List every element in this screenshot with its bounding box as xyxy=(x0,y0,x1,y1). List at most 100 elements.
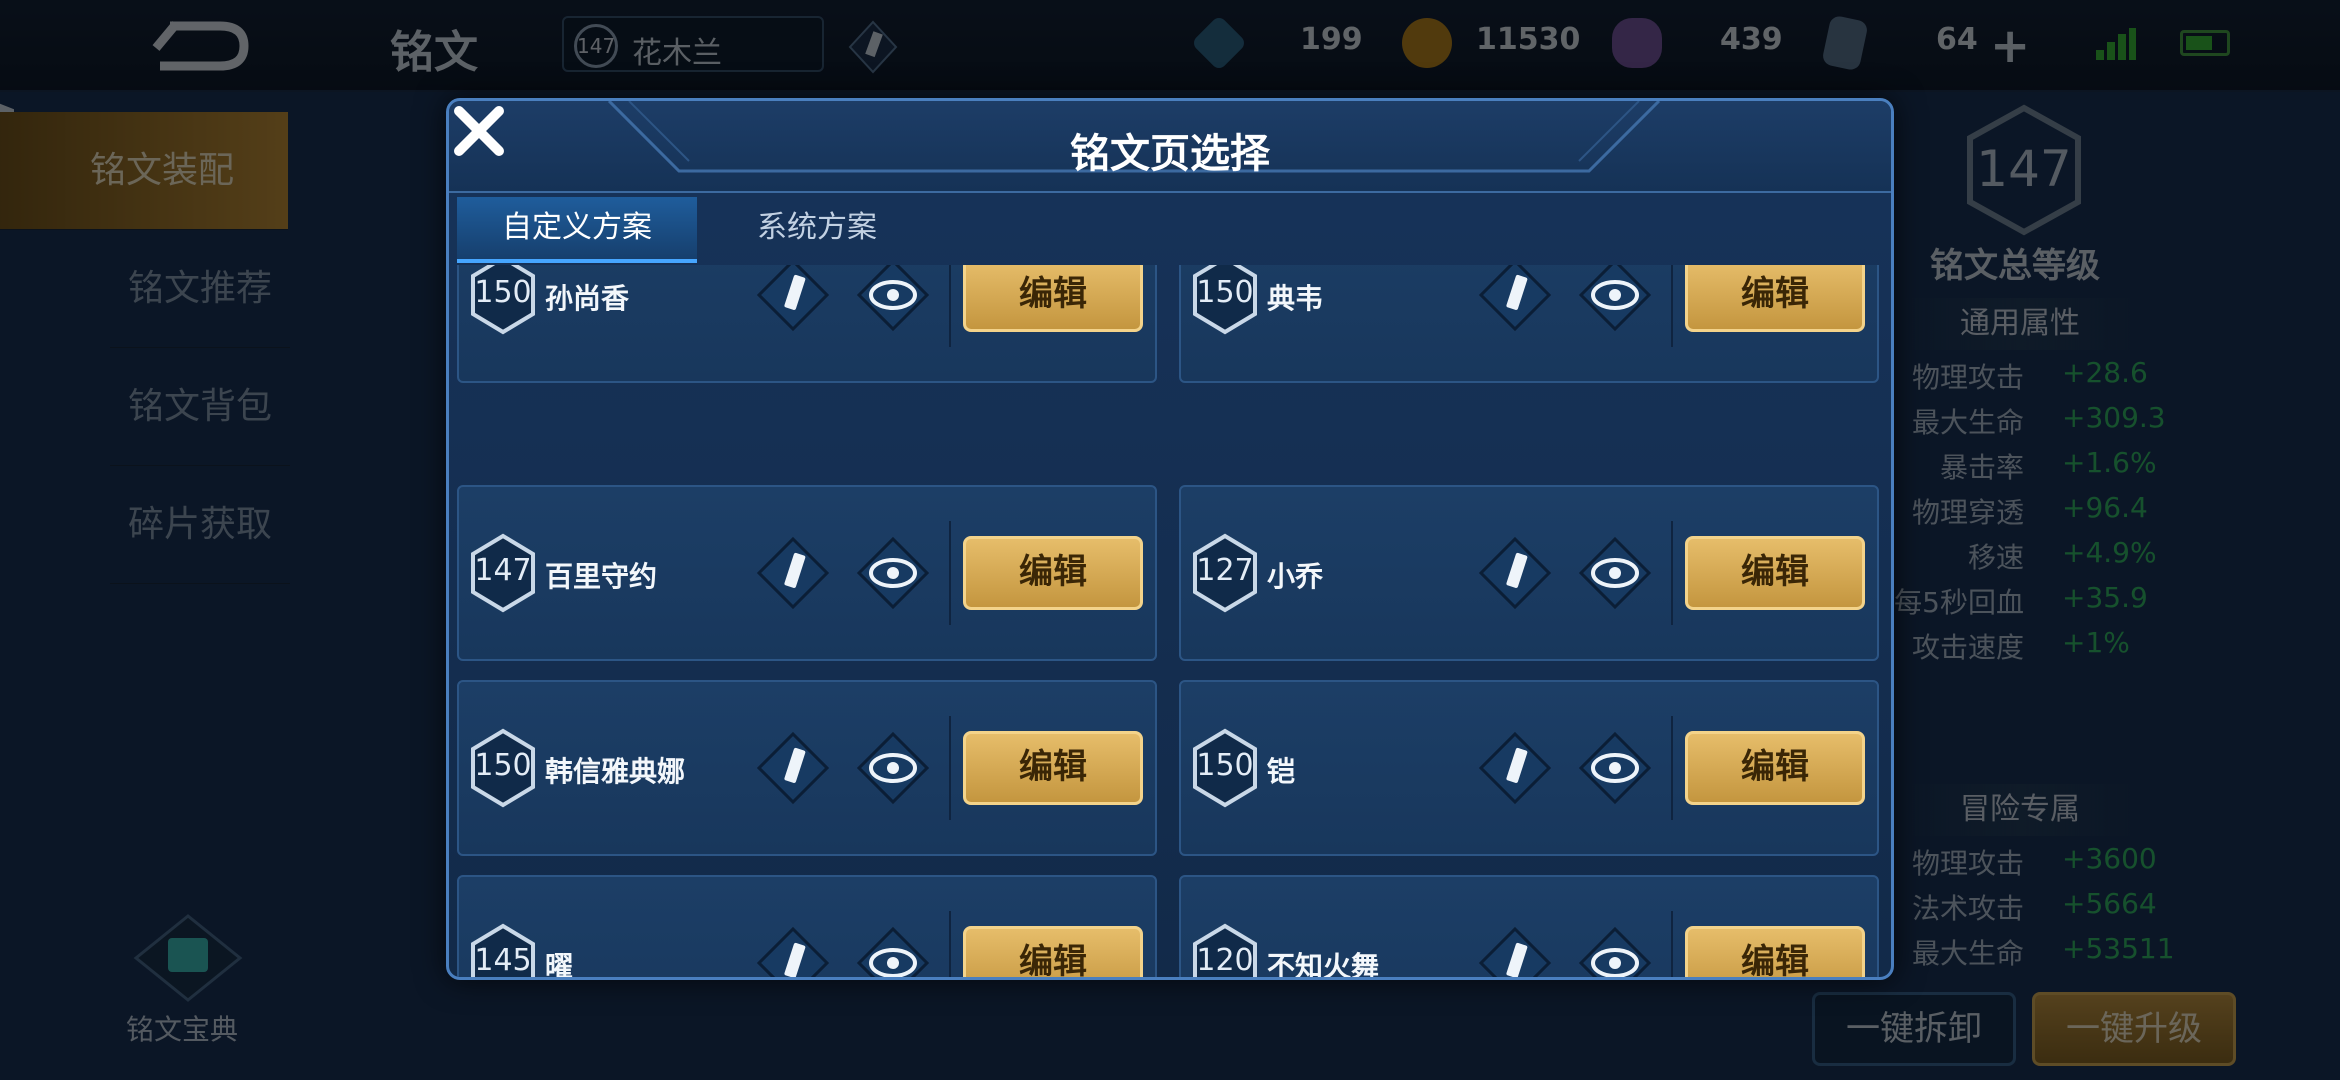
eye-icon[interactable] xyxy=(855,265,931,333)
stat-value: +1.6% xyxy=(2062,446,2157,479)
stat-row: 物理攻击 +28.6 xyxy=(1880,356,2220,402)
diamond-icon xyxy=(1190,14,1248,72)
battery-icon xyxy=(2180,30,2230,56)
rune-page-card[interactable]: 147 百里守约 编辑 xyxy=(457,485,1157,661)
nav-item-rune-recommend[interactable]: 铭文推荐 xyxy=(110,230,290,348)
stat-row: 物理攻击 +3600 xyxy=(1880,842,2220,888)
nav-item-rune-bag[interactable]: 铭文背包 xyxy=(110,348,290,466)
stat-value: +28.6 xyxy=(2062,356,2148,389)
stat-name: 法术攻击 xyxy=(1911,892,2024,925)
eye-icon[interactable] xyxy=(855,925,931,977)
edit-button[interactable]: 编辑 xyxy=(1685,731,1865,805)
page-name: 铠 xyxy=(1267,755,1296,788)
add-icon[interactable]: + xyxy=(1990,18,2030,74)
rune-page-card[interactable]: 150 孙尚香 编辑 xyxy=(457,265,1157,383)
rune-bible-label: 铭文宝典 xyxy=(126,1013,239,1046)
edit-button[interactable]: 编辑 xyxy=(1685,265,1865,332)
page-name: 小乔 xyxy=(1267,560,1324,593)
nav-item-rune-equip[interactable]: 铭文装配 xyxy=(0,112,288,230)
pencil-icon[interactable] xyxy=(1477,265,1553,333)
edit-button[interactable]: 编辑 xyxy=(963,926,1143,977)
eye-icon[interactable] xyxy=(855,730,931,806)
rune-page-card[interactable]: 120 不知火舞 编辑 xyxy=(1179,875,1879,977)
divider xyxy=(949,521,951,625)
diamond-count: 199 xyxy=(1300,22,1363,57)
page-name: 曜 xyxy=(545,950,574,977)
edit-button[interactable]: 编辑 xyxy=(1685,536,1865,610)
page-name: 百里守约 xyxy=(545,560,658,593)
page-level: 150 xyxy=(474,275,532,310)
back-icon[interactable] xyxy=(150,18,250,74)
edit-button[interactable]: 编辑 xyxy=(1685,926,1865,977)
stat-row: 物理穿透 +96.4 xyxy=(1880,491,2220,537)
pencil-icon[interactable] xyxy=(755,925,831,977)
hero-name: 花木兰 xyxy=(632,36,722,71)
pencil-icon[interactable] xyxy=(1477,925,1553,977)
pencil-icon[interactable] xyxy=(755,535,831,611)
stat-row: 最大生命 +309.3 xyxy=(1880,401,2220,447)
pencil-icon[interactable] xyxy=(755,265,831,333)
eye-icon[interactable] xyxy=(1577,265,1653,333)
eye-icon[interactable] xyxy=(1577,535,1653,611)
nav-item-fragment-obtain[interactable]: 碎片获取 xyxy=(110,466,290,584)
edit-button[interactable]: 编辑 xyxy=(963,265,1143,332)
stat-name: 最大生命 xyxy=(1911,406,2024,439)
page-name: 孙尚香 xyxy=(545,282,630,315)
close-icon[interactable] xyxy=(449,101,509,161)
stat-name: 移速 xyxy=(1967,541,2024,574)
divider xyxy=(1671,521,1673,625)
stat-value: +35.9 xyxy=(2062,581,2148,614)
rune-page-card[interactable]: 150 铠 编辑 xyxy=(1179,680,1879,856)
rune-page-card[interactable]: 150 韩信雅典娜 编辑 xyxy=(457,680,1157,856)
rune-page-card[interactable]: 127 小乔 编辑 xyxy=(1179,485,1879,661)
book-icon[interactable] xyxy=(132,912,244,1002)
eye-icon[interactable] xyxy=(855,535,931,611)
tab-bar: 自定义方案 系统方案 xyxy=(457,197,1889,263)
stat-value: +5664 xyxy=(2062,887,2157,920)
pencil-icon[interactable] xyxy=(1477,730,1553,806)
unload-all-button[interactable]: 一键拆卸 xyxy=(1812,992,2016,1066)
page-name: 韩信雅典娜 xyxy=(545,755,686,788)
crystal-icon xyxy=(1612,18,1662,68)
top-bar: 铭文 147 花木兰 199 11530 439 64 + xyxy=(0,0,2340,92)
page-title: 铭文 xyxy=(390,27,478,78)
hero-selector[interactable]: 147 花木兰 xyxy=(562,16,824,72)
edit-button[interactable]: 编辑 xyxy=(963,536,1143,610)
stat-value: +4.9% xyxy=(2062,536,2157,569)
tab-custom-plan[interactable]: 自定义方案 xyxy=(457,197,697,263)
stat-row: 移速 +4.9% xyxy=(1880,536,2220,582)
divider xyxy=(949,265,951,347)
rune-page-card[interactable]: 150 典韦 编辑 xyxy=(1179,265,1879,383)
page-level: 127 xyxy=(1196,553,1254,588)
rune-page-card[interactable]: 145 曜 编辑 xyxy=(457,875,1157,977)
adventure-stats-title: 冒险专属 xyxy=(1900,784,2140,836)
card-count: 64 xyxy=(1936,22,1978,57)
eye-icon[interactable] xyxy=(1577,925,1653,977)
divider xyxy=(1671,716,1673,820)
gold-coin-icon xyxy=(1402,18,1452,68)
stat-value: +1% xyxy=(2062,626,2130,659)
signal-icon xyxy=(2096,28,2136,60)
eye-icon[interactable] xyxy=(1577,730,1653,806)
stat-value: +309.3 xyxy=(2062,401,2166,434)
page-level: 150 xyxy=(474,748,532,783)
upgrade-all-button[interactable]: 一键升级 xyxy=(2032,992,2236,1066)
dialog-header: 铭文页选择 xyxy=(449,101,1891,193)
page-level: 150 xyxy=(1196,275,1254,310)
gold-count: 11530 xyxy=(1476,22,1581,57)
divider xyxy=(949,911,951,977)
edit-button[interactable]: 编辑 xyxy=(963,731,1143,805)
stat-row: 每5秒回血 +35.9 xyxy=(1880,581,2220,627)
rune-page-list[interactable]: 150 孙尚香 编辑 150 典韦 编辑 147 百里守约 编辑 127 小乔 … xyxy=(457,265,1889,977)
page-level: 145 xyxy=(474,943,532,977)
pencil-icon[interactable] xyxy=(755,730,831,806)
page-name: 典韦 xyxy=(1267,282,1324,315)
tab-system-plan[interactable]: 系统方案 xyxy=(697,197,937,263)
page-name: 不知火舞 xyxy=(1267,950,1380,977)
divider xyxy=(1671,911,1673,977)
total-level-value: 147 xyxy=(1976,140,2072,198)
crystal-count: 439 xyxy=(1720,22,1783,57)
divider xyxy=(1671,265,1673,347)
pencil-icon[interactable] xyxy=(1477,535,1553,611)
pencil-icon[interactable] xyxy=(848,20,898,74)
